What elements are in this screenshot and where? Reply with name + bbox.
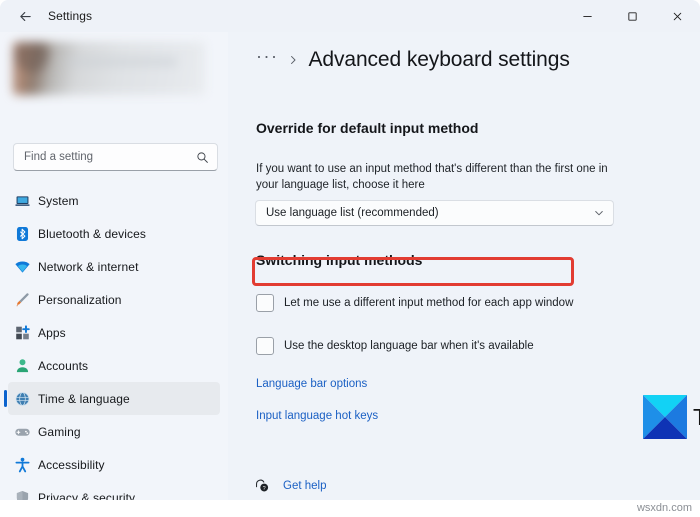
sidebar-item-label: Gaming xyxy=(38,424,81,439)
sidebar-item-label: Accessibility xyxy=(38,457,105,472)
sidebar-nav-list: System Bluetooth & devices Network & int… xyxy=(0,184,228,500)
breadcrumb-overflow-button[interactable]: ··· xyxy=(256,47,278,69)
override-description: If you want to use an input method that'… xyxy=(256,163,608,191)
sidebar-item-label: Time & language xyxy=(38,391,130,406)
sidebar-item-label: Personalization xyxy=(38,292,122,307)
minimize-button[interactable] xyxy=(565,0,610,32)
search-box[interactable] xyxy=(13,143,218,171)
minimize-icon xyxy=(582,11,593,22)
close-icon xyxy=(672,11,683,22)
close-button[interactable] xyxy=(655,0,700,32)
site-watermark: wsxdn.com xyxy=(636,502,692,514)
checkbox-row-desktop-language-bar[interactable]: Use the desktop language bar when it's a… xyxy=(256,335,534,357)
checkbox-row-different-input-method[interactable]: Let me use a different input method for … xyxy=(256,292,573,314)
checkbox-label: Use the desktop language bar when it's a… xyxy=(284,340,534,352)
sidebar-item-label: System xyxy=(38,193,79,208)
get-help-link[interactable]: Get help xyxy=(283,480,326,492)
sidebar-item-system[interactable]: System xyxy=(8,184,220,217)
section-heading-override: Override for default input method xyxy=(256,120,479,136)
default-input-method-dropdown[interactable]: Use language list (recommended) xyxy=(255,200,614,226)
window-controls xyxy=(565,0,700,32)
chevron-down-icon xyxy=(593,207,605,219)
settings-window-screenshot: Settings Find a setting System Bluetooth… xyxy=(0,0,700,517)
person-icon xyxy=(14,357,31,374)
section-heading-switching: Switching input methods xyxy=(256,252,423,268)
back-button[interactable] xyxy=(10,1,40,31)
sidebar-item-privacy-security[interactable]: Privacy & security xyxy=(8,481,220,500)
paintbrush-icon xyxy=(14,291,31,308)
sidebar-item-accessibility[interactable]: Accessibility xyxy=(8,448,220,481)
search-input[interactable] xyxy=(24,151,196,163)
help-question-icon: ? xyxy=(254,477,271,494)
thewindowsclub-logo-text: TheWindowsClub xyxy=(693,404,700,431)
checkbox-different-input-method[interactable] xyxy=(256,294,274,312)
shield-icon xyxy=(14,489,31,500)
sidebar-item-label: Accounts xyxy=(38,358,89,373)
account-profile-card-blurred[interactable] xyxy=(13,42,205,95)
sidebar-item-label: Bluetooth & devices xyxy=(38,226,146,241)
accessibility-icon xyxy=(14,456,31,473)
sidebar-item-network-internet[interactable]: Network & internet xyxy=(8,250,220,283)
page-title: Advanced keyboard settings xyxy=(308,48,570,71)
sidebar-item-personalization[interactable]: Personalization xyxy=(8,283,220,316)
thewindowsclub-logo-icon xyxy=(643,395,687,439)
sidebar-item-label: Network & internet xyxy=(38,259,139,274)
sidebar-item-label: Apps xyxy=(38,325,66,340)
checkbox-desktop-language-bar[interactable] xyxy=(256,337,274,355)
gamepad-icon xyxy=(14,423,31,440)
back-arrow-icon xyxy=(18,9,33,24)
thewindowsclub-watermark: TheWindowsClub xyxy=(643,395,700,439)
link-input-language-hot-keys[interactable]: Input language hot keys xyxy=(256,410,378,422)
title-bar: Settings xyxy=(0,0,700,32)
sidebar-item-bluetooth-devices[interactable]: Bluetooth & devices xyxy=(8,217,220,250)
get-help-row[interactable]: ? Get help xyxy=(254,477,326,494)
sidebar-item-time-language[interactable]: Time & language xyxy=(4,382,220,415)
svg-text:?: ? xyxy=(263,486,266,492)
wifi-icon xyxy=(14,258,31,275)
app-title: Settings xyxy=(48,9,93,23)
content-pane: ··· Advanced keyboard settings Override … xyxy=(228,32,700,500)
sidebar: System Bluetooth & devices xyxy=(0,32,228,500)
sidebar-item-gaming[interactable]: Gaming xyxy=(8,415,220,448)
breadcrumb: ··· Advanced keyboard settings xyxy=(256,47,570,72)
apps-grid-icon xyxy=(14,324,31,341)
search-icon xyxy=(196,151,209,164)
sidebar-item-apps[interactable]: Apps xyxy=(8,316,220,349)
maximize-icon xyxy=(627,11,638,22)
clock-globe-icon xyxy=(14,390,31,407)
sidebar-item-label: Privacy & security xyxy=(38,490,136,501)
sidebar-item-accounts[interactable]: Accounts xyxy=(8,349,220,382)
bluetooth-icon xyxy=(14,225,31,242)
maximize-button[interactable] xyxy=(610,0,655,32)
checkbox-label: Let me use a different input method for … xyxy=(284,297,574,309)
dropdown-selected-value: Use language list (recommended) xyxy=(266,207,439,219)
link-language-bar-options[interactable]: Language bar options xyxy=(256,378,367,390)
chevron-right-icon xyxy=(287,54,299,66)
settings-window: Settings Find a setting System Bluetooth… xyxy=(0,0,700,500)
laptop-icon xyxy=(14,192,31,209)
bottom-strip: wsxdn.com xyxy=(0,500,700,517)
